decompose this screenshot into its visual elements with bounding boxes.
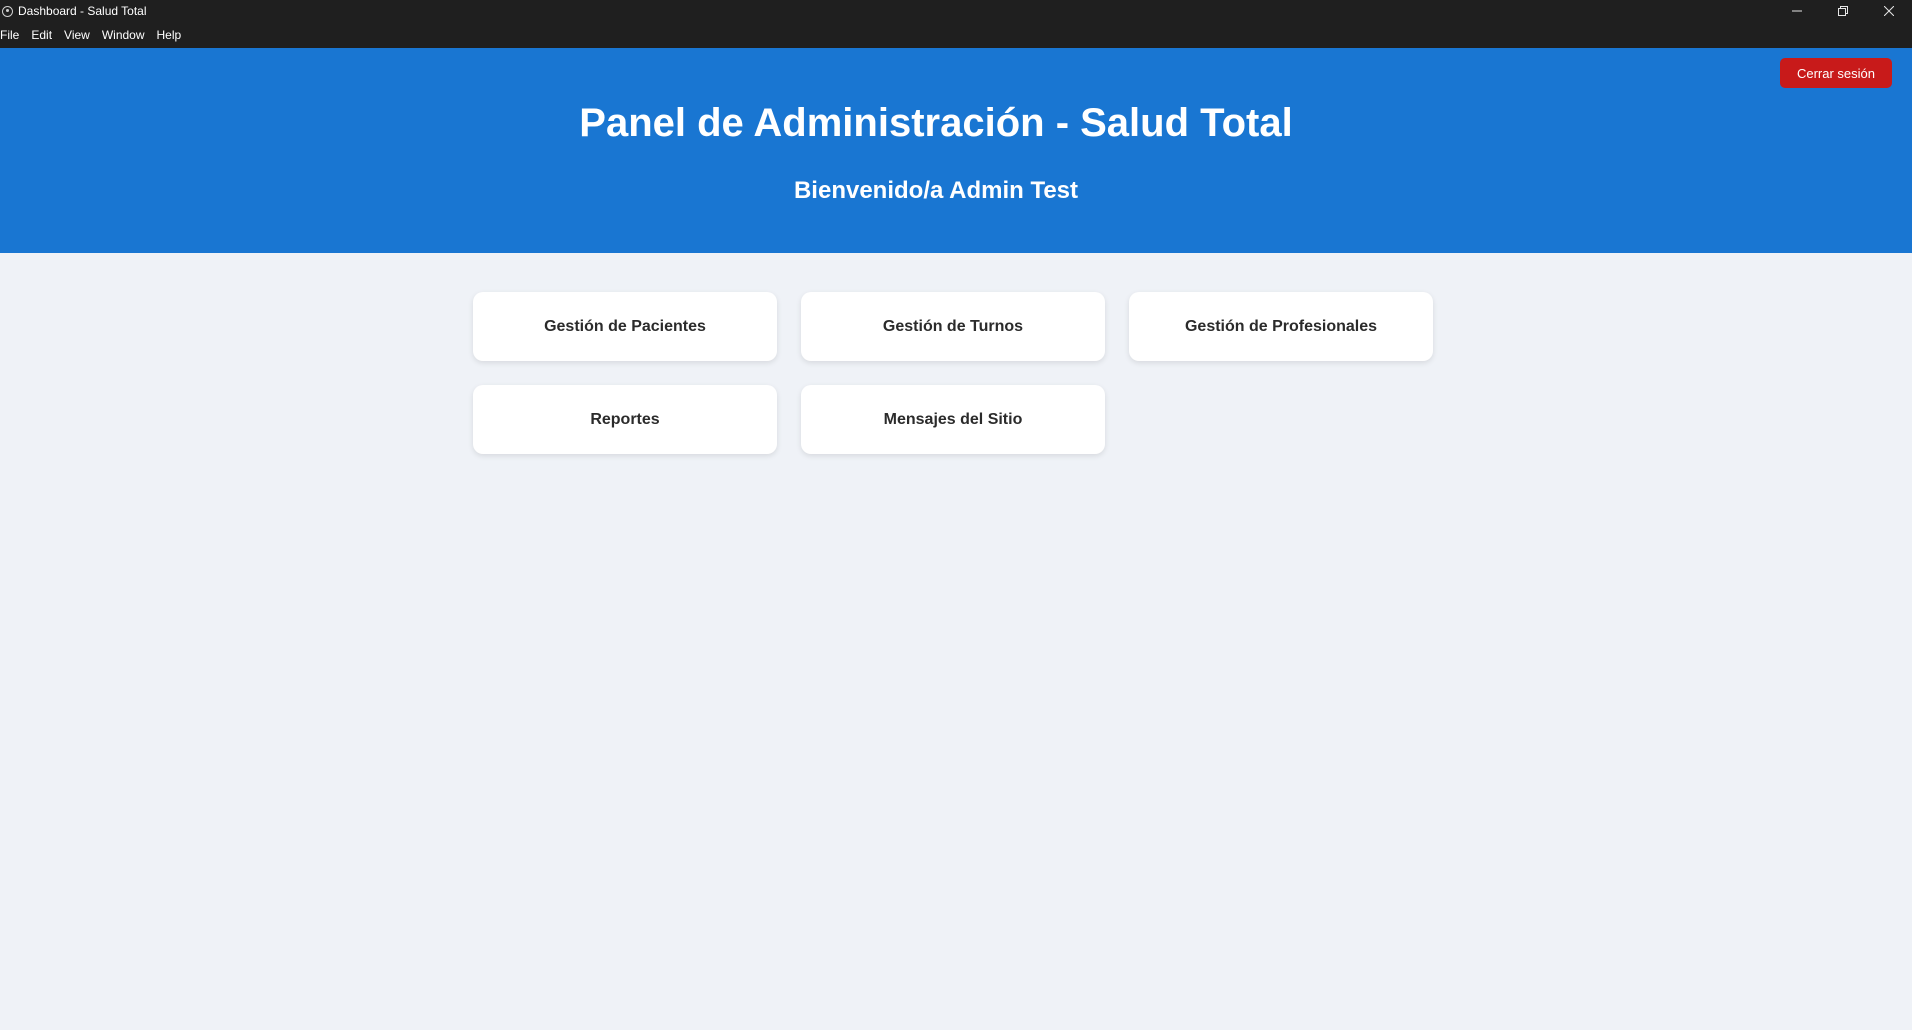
restore-icon xyxy=(1838,6,1848,16)
window-title: Dashboard - Salud Total xyxy=(18,4,147,18)
menubar: File Edit View Window Help xyxy=(0,25,193,45)
menu-window[interactable]: Window xyxy=(102,28,151,42)
window-titlebar: Dashboard - Salud Total File Edit View W… xyxy=(0,0,1912,48)
admin-cards-grid: Gestión de Pacientes Gestión de Turnos G… xyxy=(473,292,1435,454)
dashboard-header: Panel de Administración - Salud Total Bi… xyxy=(0,48,1912,253)
title-row: Dashboard - Salud Total xyxy=(0,0,147,22)
close-icon xyxy=(1884,6,1894,16)
welcome-message: Bienvenido/a Admin Test xyxy=(793,177,1079,204)
menu-edit[interactable]: Edit xyxy=(31,28,58,42)
card-appointments-management[interactable]: Gestión de Turnos xyxy=(801,292,1105,361)
card-professionals-management[interactable]: Gestión de Profesionales xyxy=(1129,292,1433,361)
menu-file[interactable]: File xyxy=(0,28,25,42)
window-controls xyxy=(1774,0,1912,22)
card-site-messages[interactable]: Mensajes del Sitio xyxy=(801,385,1105,454)
page-title: Panel de Administración - Salud Total xyxy=(579,101,1293,145)
menu-view[interactable]: View xyxy=(64,28,96,42)
card-patients-management[interactable]: Gestión de Pacientes xyxy=(473,292,777,361)
restore-button[interactable] xyxy=(1820,0,1866,22)
minimize-button[interactable] xyxy=(1774,0,1820,22)
card-reports[interactable]: Reportes xyxy=(473,385,777,454)
minimize-icon xyxy=(1792,10,1802,12)
close-button[interactable] xyxy=(1866,0,1912,22)
logout-button[interactable]: Cerrar sesión xyxy=(1780,58,1892,88)
menu-help[interactable]: Help xyxy=(157,28,188,42)
app-icon xyxy=(2,5,13,17)
